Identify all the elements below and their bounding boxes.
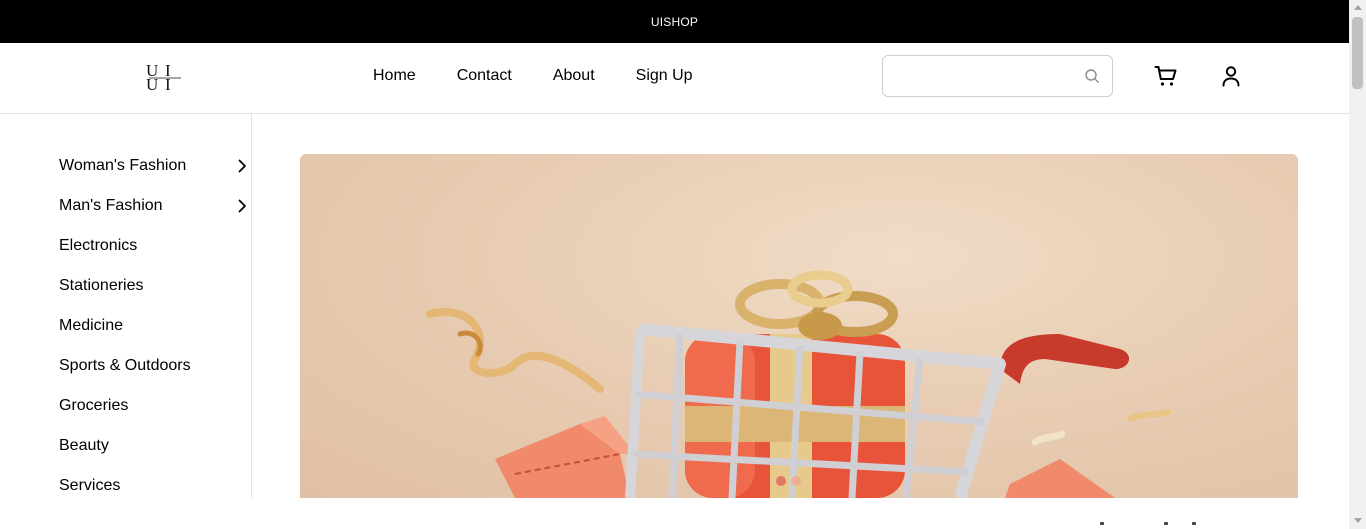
below-fold-content <box>1096 522 1206 529</box>
shopping-cart-gift-illustration <box>426 270 1171 498</box>
site-header: U I U I Home Contact About Sign Up <box>0 43 1349 114</box>
scroll-up-arrow[interactable] <box>1354 5 1362 10</box>
category-electronics[interactable]: Electronics <box>59 234 249 258</box>
carousel-dot[interactable] <box>791 476 801 486</box>
category-label: Medicine <box>59 317 124 334</box>
announcement-bar: UISHOP <box>0 0 1349 43</box>
page-scrollbar[interactable] <box>1349 0 1366 529</box>
main-nav: Home Contact About Sign Up <box>373 67 693 85</box>
category-services[interactable]: Services <box>59 474 249 498</box>
chevron-right-icon <box>238 159 246 173</box>
cart-icon[interactable] <box>1154 64 1178 88</box>
search-input[interactable] <box>893 64 1073 88</box>
category-label: Groceries <box>59 397 129 414</box>
scrollbar-thumb[interactable] <box>1352 17 1363 89</box>
logo-mark-icon: U I U I <box>146 61 181 94</box>
partial-glyph <box>1164 522 1168 525</box>
nav-sign-up[interactable]: Sign Up <box>636 67 693 85</box>
category-beauty[interactable]: Beauty <box>59 434 249 458</box>
category-womans-fashion[interactable]: Woman's Fashion <box>59 154 249 178</box>
svg-text:U: U <box>146 75 158 93</box>
category-label: Stationeries <box>59 277 144 294</box>
category-sports-outdoors[interactable]: Sports & Outdoors <box>59 354 249 378</box>
nav-contact[interactable]: Contact <box>457 67 512 85</box>
hero-banner[interactable] <box>300 154 1298 498</box>
category-label: Sports & Outdoors <box>59 357 191 374</box>
nav-about[interactable]: About <box>553 67 595 85</box>
category-label: Services <box>59 477 121 494</box>
nav-home[interactable]: Home <box>373 67 416 85</box>
search-icon[interactable] <box>1084 68 1100 84</box>
category-mans-fashion[interactable]: Man's Fashion <box>59 194 249 218</box>
category-medicine[interactable]: Medicine <box>59 314 249 338</box>
carousel-dots <box>776 476 801 486</box>
shop-logo[interactable]: U I U I <box>146 61 184 94</box>
search-box[interactable] <box>882 55 1113 97</box>
partial-glyph <box>1100 522 1104 525</box>
chevron-right-icon <box>238 199 246 213</box>
category-label: Beauty <box>59 437 109 454</box>
category-label: Woman's Fashion <box>59 157 187 174</box>
announcement-text: UISHOP <box>650 14 699 29</box>
category-label: Electronics <box>59 237 138 254</box>
category-stationeries[interactable]: Stationeries <box>59 274 249 298</box>
scroll-down-arrow[interactable] <box>1354 518 1362 523</box>
user-icon[interactable] <box>1219 64 1243 88</box>
svg-text:I: I <box>165 75 171 93</box>
category-groceries[interactable]: Groceries <box>59 394 249 418</box>
partial-glyph <box>1192 522 1196 525</box>
carousel-dot[interactable] <box>776 476 786 486</box>
category-label: Man's Fashion <box>59 197 163 214</box>
category-sidebar: Woman's Fashion Man's Fashion Electronic… <box>0 114 252 498</box>
